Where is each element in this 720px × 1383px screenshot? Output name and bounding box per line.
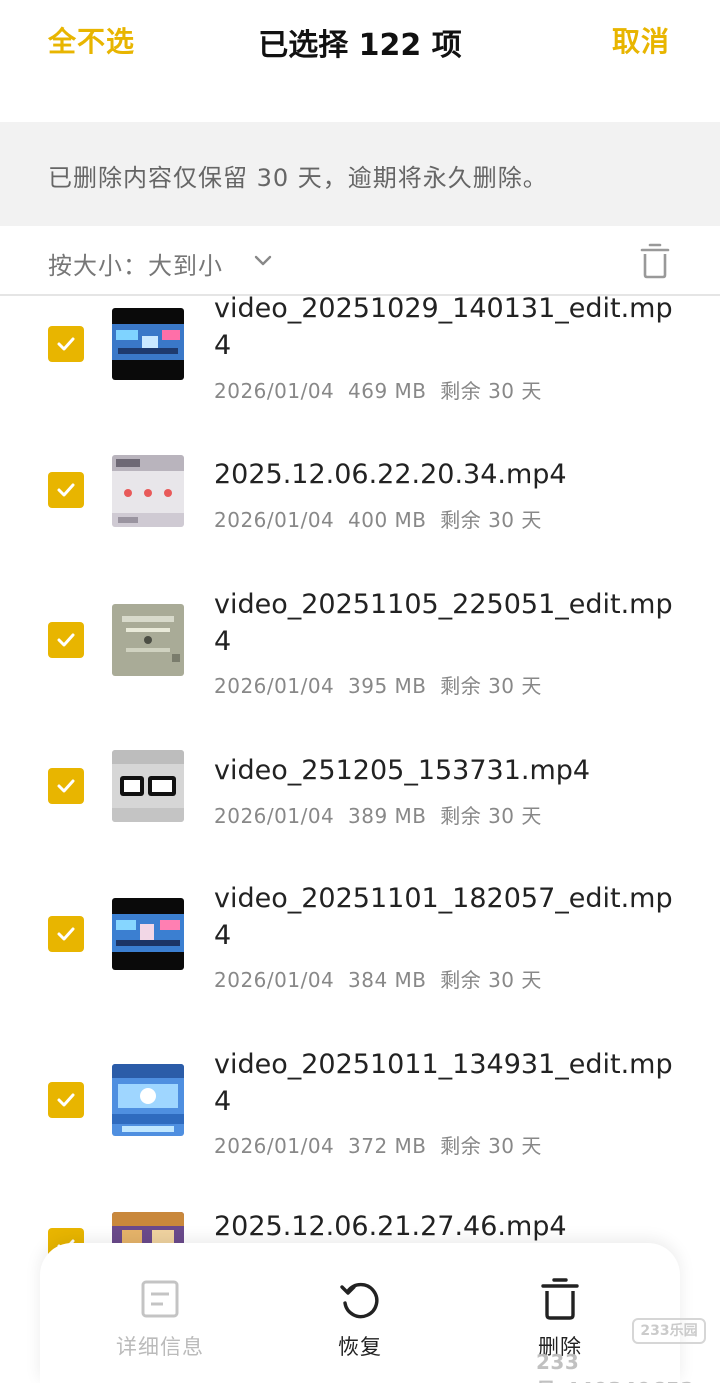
item-checkbox[interactable]	[48, 916, 84, 952]
item-checkbox[interactable]	[48, 326, 84, 362]
file-meta: 2026/01/04 469 MB 剩余 30 天	[214, 379, 542, 403]
item-checkbox[interactable]	[48, 622, 84, 658]
file-name: video_20251101_182057_edit.mp4	[214, 883, 673, 951]
file-meta: 2026/01/04 395 MB 剩余 30 天	[214, 674, 542, 698]
video-thumbnail	[112, 898, 184, 970]
file-meta: 2026/01/04 400 MB 剩余 30 天	[214, 508, 542, 532]
file-name: video_20251029_140131_edit.mp4	[214, 296, 673, 361]
item-checkbox[interactable]	[48, 768, 84, 804]
file-name: video_20251105_225051_edit.mp4	[214, 589, 673, 657]
sort-bar: 按大小：大到小	[0, 226, 720, 296]
checkmark-icon	[57, 779, 75, 793]
file-meta: 2026/01/04 384 MB 剩余 30 天	[214, 968, 542, 992]
item-checkbox[interactable]	[48, 472, 84, 508]
file-meta: 2026/01/04 372 MB 剩余 30 天	[214, 1134, 542, 1158]
restore-icon	[340, 1282, 379, 1319]
top-bar: 全不选 已选择 122 项 取消	[0, 0, 720, 122]
deleted-file-list: video_20251029_140131_edit.mp4 2026/01/0…	[0, 296, 720, 1383]
details-icon	[141, 1280, 179, 1318]
video-thumbnail	[112, 1064, 184, 1136]
video-thumbnail	[112, 308, 184, 380]
details-button[interactable]: 详细信息	[100, 1277, 220, 1361]
item-checkbox[interactable]	[48, 1082, 84, 1118]
checkmark-icon	[57, 337, 75, 351]
restore-button[interactable]: 恢复	[300, 1277, 420, 1361]
trash-icon	[541, 1278, 579, 1320]
file-name: video_251205_153731.mp4	[214, 755, 591, 786]
video-thumbnail	[112, 604, 184, 676]
checkmark-icon	[57, 633, 75, 647]
retention-notice: 已删除内容仅保留 30 天，逾期将永久删除。	[0, 122, 720, 226]
delete-button[interactable]: 删除	[500, 1277, 620, 1361]
video-thumbnail	[112, 455, 184, 527]
file-name: video_20251011_134931_edit.mp4	[214, 1049, 673, 1117]
checkmark-icon	[57, 1093, 75, 1107]
checkmark-icon	[57, 483, 75, 497]
sort-selector[interactable]: 按大小：大到小	[48, 246, 223, 281]
details-label: 详细信息	[116, 1335, 204, 1359]
watermark-logo: 233乐园	[632, 1318, 706, 1344]
file-name: 2025.12.06.21.27.46.mp4	[214, 1211, 567, 1242]
retention-notice-text: 已删除内容仅保留 30 天，逾期将永久删除。	[48, 164, 548, 192]
cancel-button[interactable]: 取消	[612, 20, 670, 60]
video-thumbnail	[112, 750, 184, 822]
chevron-down-icon[interactable]	[252, 250, 274, 272]
restore-label: 恢复	[338, 1335, 382, 1359]
file-meta: 2026/01/04 389 MB 剩余 30 天	[214, 804, 542, 828]
watermark-text: 233号:449349652	[536, 1350, 694, 1383]
checkmark-icon	[57, 927, 75, 941]
trash-icon[interactable]	[638, 242, 672, 280]
file-name: 2025.12.06.22.20.34.mp4	[214, 459, 567, 490]
